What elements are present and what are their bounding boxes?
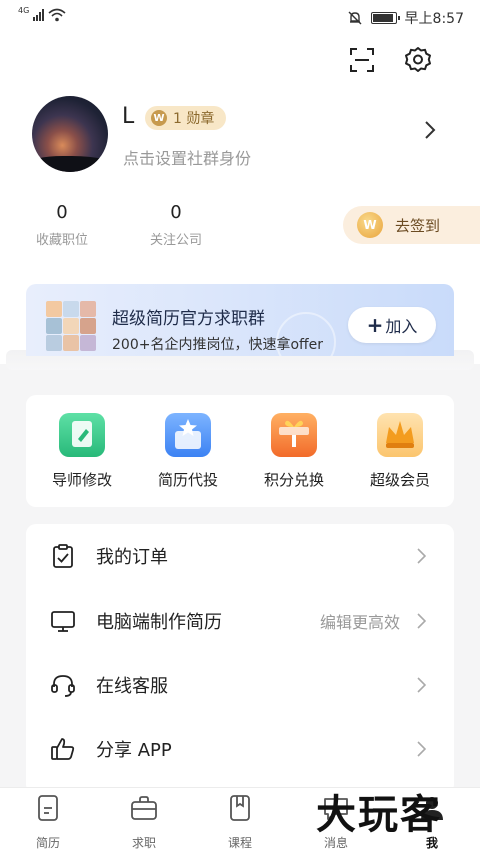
menu-label: 我的订单 xyxy=(96,547,168,568)
resume-doc-icon xyxy=(38,795,58,821)
watermark-logo: 大玩客 xyxy=(316,792,442,838)
medal-label: 1 勋章 xyxy=(173,111,215,127)
mentor-edit-icon xyxy=(59,413,105,457)
stat-label: 关注公司 xyxy=(149,233,202,248)
checkin-label: 去签到 xyxy=(395,216,441,235)
gear-icon xyxy=(405,47,431,72)
menu-item-desktop-resume[interactable]: 电脑端制作简历 编辑更高效 xyxy=(26,589,454,653)
service-label: 超级会员 xyxy=(369,471,430,489)
order-clipboard-icon xyxy=(53,544,73,568)
menu-item-customer-service[interactable]: 在线客服 xyxy=(26,653,454,717)
menu-hint: 编辑更高效 xyxy=(319,613,400,632)
stat-value: 0 xyxy=(170,202,182,223)
menu-label: 电脑端制作简历 xyxy=(96,612,222,633)
profile-name[interactable]: L xyxy=(122,104,134,129)
chevron-right-icon xyxy=(417,548,426,564)
service-points-exchange[interactable]: 积分兑换 xyxy=(244,413,344,490)
scan-icon xyxy=(350,48,374,72)
plus-icon: + xyxy=(366,313,384,337)
tab-label: 求职 xyxy=(131,836,156,850)
headset-icon xyxy=(51,675,75,697)
chevron-right-icon[interactable] xyxy=(424,120,436,140)
medal-icon: W xyxy=(151,110,167,126)
status-bar: 4G 早上8:57 xyxy=(0,0,480,34)
settings-button[interactable] xyxy=(400,42,436,78)
coin-icon: W xyxy=(357,212,383,238)
network-type: 4G xyxy=(18,5,30,15)
menu-label: 分享 APP xyxy=(96,740,172,761)
service-mentor-edit[interactable]: 导师修改 xyxy=(32,413,132,490)
status-time: 早上8:57 xyxy=(404,11,464,27)
profile-subtitle[interactable]: 点击设置社群身份 xyxy=(123,145,251,169)
tab-resume[interactable]: 简历 xyxy=(0,794,96,851)
stat-followed-companies[interactable]: 0 关注公司 xyxy=(131,202,221,248)
menu-card: 我的订单 电脑端制作简历 编辑更高效 在线客服 分享 APP xyxy=(26,524,454,794)
chevron-right-icon xyxy=(417,677,426,693)
signal-icon xyxy=(33,9,45,21)
gift-icon xyxy=(271,413,317,457)
banner-description: 200+名企内推岗位，快速拿offer xyxy=(112,337,324,353)
service-label: 积分兑换 xyxy=(263,471,324,489)
resume-delivery-icon xyxy=(165,413,211,457)
tab-courses[interactable]: 课程 xyxy=(192,794,288,851)
stat-saved-jobs[interactable]: 0 收藏职位 xyxy=(17,202,107,248)
service-super-vip[interactable]: 超级会员 xyxy=(350,413,450,490)
battery-icon xyxy=(370,12,400,24)
tab-job-search[interactable]: 求职 xyxy=(96,794,192,851)
tab-label: 简历 xyxy=(35,836,60,850)
checkin-button[interactable]: W 去签到 xyxy=(343,206,480,244)
menu-item-orders[interactable]: 我的订单 xyxy=(26,524,454,588)
menu-item-share-app[interactable]: 分享 APP xyxy=(26,717,454,781)
crown-icon xyxy=(377,413,423,457)
service-label: 导师修改 xyxy=(51,471,112,489)
monitor-icon xyxy=(51,611,75,632)
thumbs-up-icon xyxy=(51,738,75,760)
services-card: 导师修改 简历代投 积分兑换 超级会员 xyxy=(26,395,454,507)
stat-value: 0 xyxy=(56,202,68,223)
wifi-icon xyxy=(48,8,66,22)
join-group-button[interactable]: + 加入 xyxy=(348,307,436,343)
tab-label: 课程 xyxy=(227,836,252,850)
mute-bell-icon xyxy=(348,11,362,25)
join-label: 加入 xyxy=(385,317,418,336)
service-resume-delivery[interactable]: 简历代投 xyxy=(138,413,238,490)
scan-button[interactable] xyxy=(344,42,380,78)
group-thumbnails xyxy=(46,301,96,351)
job-group-banner[interactable]: 超级简历官方求职群 200+名企内推岗位，快速拿offer + 加入 xyxy=(26,284,454,356)
medal-badge[interactable]: W 1 勋章 xyxy=(145,106,227,130)
menu-label: 在线客服 xyxy=(96,676,168,697)
book-icon xyxy=(230,795,250,821)
service-label: 简历代投 xyxy=(157,471,218,489)
chevron-right-icon xyxy=(417,613,426,629)
briefcase-icon xyxy=(131,796,157,820)
banner-title: 超级简历官方求职群 xyxy=(112,309,265,329)
avatar[interactable] xyxy=(32,96,108,172)
chevron-right-icon xyxy=(417,741,426,757)
stat-label: 收藏职位 xyxy=(35,233,88,248)
